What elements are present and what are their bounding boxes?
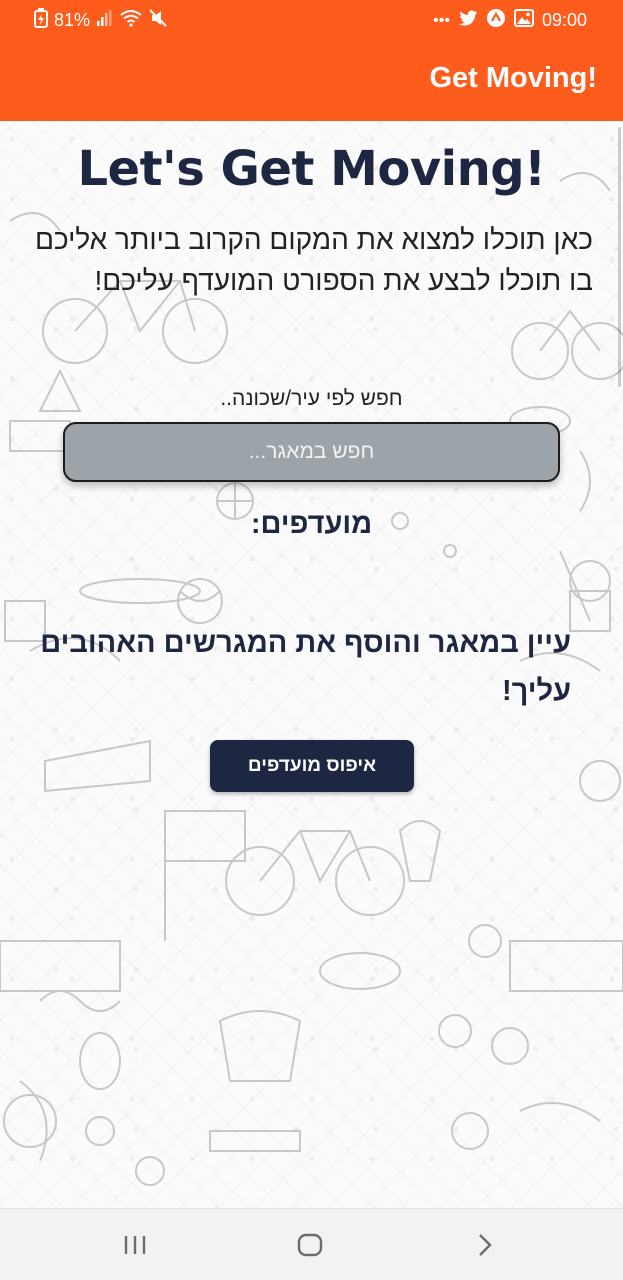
twitter-icon (458, 9, 478, 32)
search-label: חפש לפי עיר/שכונה.. (220, 387, 403, 410)
back-icon[interactable] (464, 1227, 504, 1263)
main-content[interactable]: Let's Get Moving! כאן תוכלו למצוא את המק… (0, 121, 623, 1208)
intro-text: כאן תוכלו למצוא את המקום הקרוב ביותר אלי… (34, 224, 593, 296)
gallery-icon (513, 9, 534, 32)
recent-apps-icon[interactable] (115, 1227, 155, 1263)
home-icon[interactable] (290, 1227, 330, 1263)
wifi-icon (120, 9, 142, 32)
reset-favorites-button[interactable]: איפוס מועדפים (210, 740, 414, 792)
mute-icon (148, 8, 168, 33)
system-nav-bar (0, 1208, 623, 1280)
page-heading: Let's Get Moving! (77, 141, 546, 197)
status-bar: 81% ••• 09:00 (0, 0, 623, 40)
more-icon: ••• (433, 11, 450, 29)
notification-icon (486, 8, 506, 33)
app-title: Get Moving! (429, 62, 597, 94)
battery-charging-icon (34, 8, 48, 33)
favorites-title: מועדפים: (250, 508, 373, 540)
search-input[interactable] (63, 422, 560, 482)
status-time: 09:00 (541, 10, 587, 30)
battery-level: 81% (54, 10, 91, 30)
signal-icon (96, 9, 114, 32)
favorites-empty-message: עיין במאגר והוסף את המגרשים האהובים עליך… (40, 627, 571, 707)
app-bar: Get Moving! (0, 40, 623, 121)
